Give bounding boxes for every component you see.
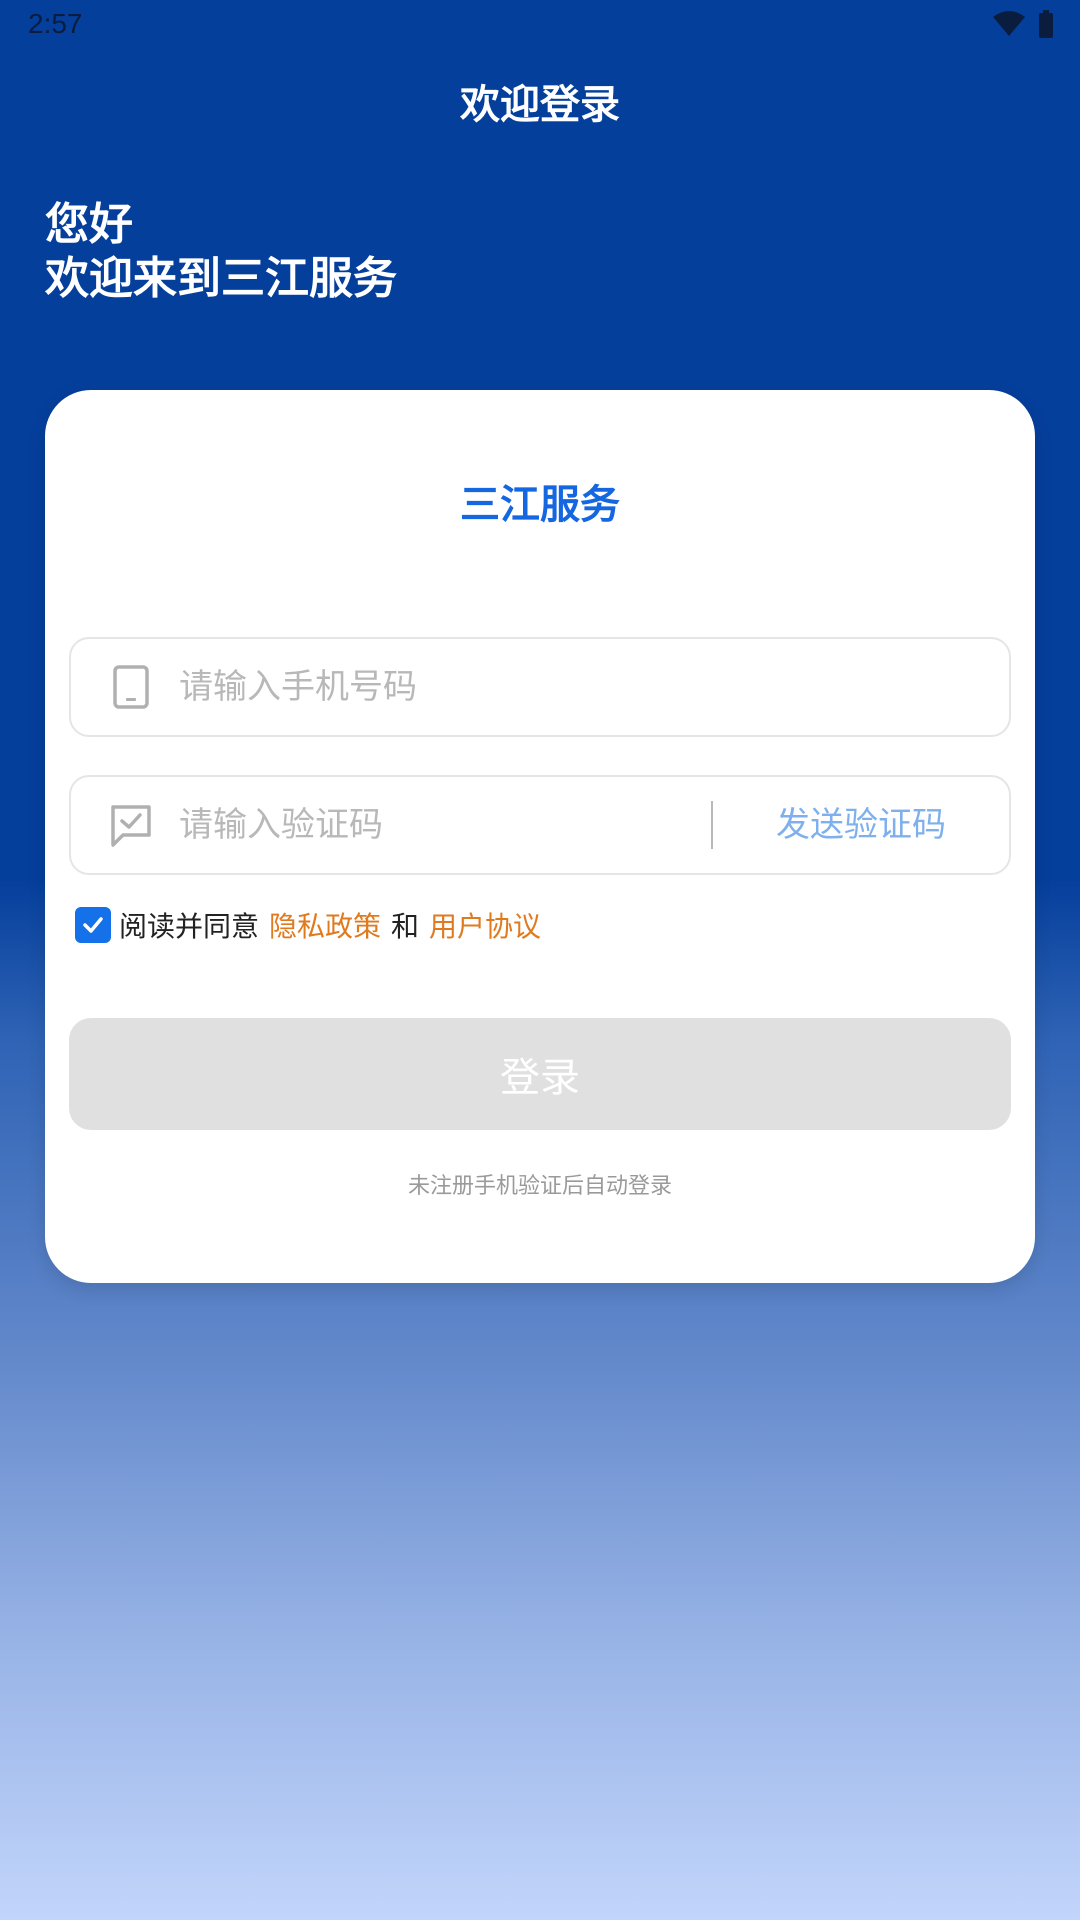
login-button[interactable]: 登录	[69, 1018, 1011, 1130]
code-field: 发送验证码	[69, 775, 1011, 875]
agreement-checkbox[interactable]	[75, 907, 111, 943]
message-check-icon	[111, 805, 151, 847]
phone-input[interactable]	[179, 639, 739, 735]
send-code-button[interactable]: 发送验证码	[713, 777, 1009, 873]
page-title: 欢迎登录	[460, 82, 620, 128]
agreement-row: 阅读并同意 隐私政策 和 用户协议	[75, 905, 541, 945]
login-card: 三江服务 发送验证码 阅读并同意 隐私政策 和 用户协议 登录 未注册手机验证后…	[45, 390, 1035, 1283]
greeting-line-1: 您好	[45, 199, 133, 250]
wifi-icon	[993, 11, 1025, 36]
agreement-prefix: 阅读并同意	[119, 910, 260, 943]
status-icons	[992, 10, 1054, 38]
card-title: 三江服务	[460, 482, 620, 528]
user-agreement-link[interactable]: 用户协议	[429, 905, 541, 945]
greeting: 您好 欢迎来到三江服务	[45, 198, 397, 306]
phone-icon	[113, 665, 149, 709]
privacy-policy-link[interactable]: 隐私政策	[269, 905, 381, 945]
phone-field	[69, 637, 1011, 737]
battery-icon	[1039, 10, 1053, 38]
status-bar: 2:57	[0, 0, 1080, 50]
code-input[interactable]	[179, 777, 679, 873]
greeting-line-2: 欢迎来到三江服务	[45, 253, 397, 304]
check-icon	[83, 917, 103, 933]
auto-register-hint: 未注册手机验证后自动登录	[407, 1174, 672, 1199]
agreement-conjunction: 和	[391, 910, 420, 943]
status-time: 2:57	[28, 8, 83, 39]
